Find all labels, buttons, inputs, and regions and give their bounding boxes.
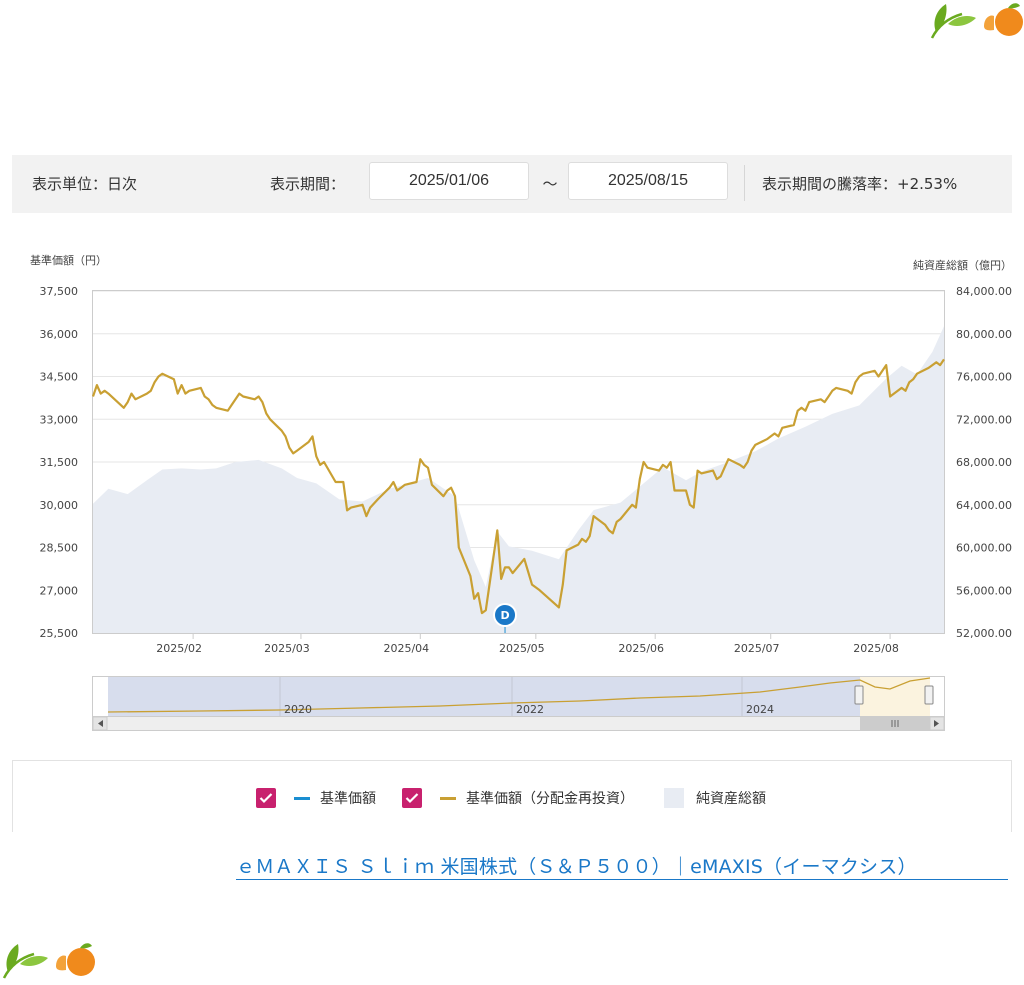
legend-label-nav-reinvested: 基準価額（分配金再投資） bbox=[466, 791, 634, 807]
navigator-year-label: 2022 bbox=[516, 703, 544, 716]
navigator-selected-range[interactable] bbox=[860, 677, 930, 716]
check-icon bbox=[405, 793, 419, 804]
navigator-year-label: 2020 bbox=[284, 703, 312, 716]
nav-checkbox[interactable] bbox=[256, 788, 276, 808]
start-date-input[interactable]: 2025/01/06 bbox=[369, 162, 529, 200]
nav-reinvested-checkbox[interactable] bbox=[402, 788, 422, 808]
divider bbox=[744, 165, 745, 201]
end-date-input[interactable]: 2025/08/15 bbox=[568, 162, 728, 200]
legend: 基準価額 基準価額（分配金再投資） 純資産総額 bbox=[12, 760, 1012, 832]
left-tick-label: 30,000 bbox=[40, 499, 79, 512]
check-icon bbox=[259, 793, 273, 804]
x-axis: 2025/02 2025/03 2025/04 2025/05 2025/06 2025/… bbox=[156, 633, 899, 655]
display-unit-label: 表示単位：日次 bbox=[32, 175, 138, 193]
right-tick-label: 84,000.00 bbox=[956, 285, 1012, 298]
right-tick-label: 56,000.00 bbox=[956, 584, 1012, 597]
x-tick-label: 2025/02 bbox=[156, 642, 202, 655]
right-axis-title: 純資産総額（億円） bbox=[913, 258, 1012, 272]
right-tick-label: 68,000.00 bbox=[956, 456, 1012, 469]
left-tick-label: 31,500 bbox=[40, 456, 79, 469]
legend-label-net-assets: 純資産総額 bbox=[696, 791, 766, 807]
leaf-orange-icon bbox=[2, 943, 95, 979]
left-axis: 37,500 36,000 34,500 33,000 31,500 30,000 28,5… bbox=[40, 285, 79, 640]
x-tick-label: 2025/05 bbox=[499, 642, 545, 655]
right-tick-label: 64,000.00 bbox=[956, 499, 1012, 512]
navigator-right-handle[interactable] bbox=[924, 685, 934, 705]
x-tick-label: 2025/04 bbox=[383, 642, 429, 655]
left-tick-label: 28,500 bbox=[40, 542, 79, 555]
right-axis: 84,000.00 80,000.00 76,000.00 72,000.00 68,0… bbox=[956, 285, 1012, 640]
left-tick-label: 36,000 bbox=[40, 328, 79, 341]
period-change-rate: 表示期間の騰落率：+2.53% bbox=[762, 175, 958, 193]
x-tick-label: 2025/03 bbox=[264, 642, 310, 655]
legend-swatch-nav bbox=[294, 796, 310, 800]
x-tick-label: 2025/06 bbox=[618, 642, 664, 655]
link-underline bbox=[236, 879, 1008, 880]
navigator-year-label: 2024 bbox=[746, 703, 774, 716]
control-bar: 表示単位：日次 表示期間： 2025/01/06 ～ 2025/08/15 表示… bbox=[12, 155, 1012, 213]
legend-item-nav[interactable]: 基準価額 bbox=[256, 787, 376, 809]
legend-label-nav: 基準価額 bbox=[320, 791, 376, 807]
leaf-orange-icon bbox=[930, 3, 1023, 39]
net-assets-area bbox=[93, 326, 944, 633]
left-tick-label: 27,000 bbox=[40, 584, 79, 597]
left-tick-label: 37,500 bbox=[40, 285, 79, 298]
legend-swatch-nav-reinvested bbox=[440, 796, 456, 800]
right-tick-label: 72,000.00 bbox=[956, 413, 1012, 426]
x-tick-label: 2025/08 bbox=[853, 642, 899, 655]
right-tick-label: 76,000.00 bbox=[956, 371, 1012, 384]
tilde-separator: ～ bbox=[542, 175, 558, 193]
right-tick-label: 80,000.00 bbox=[956, 328, 1012, 341]
left-tick-label: 33,000 bbox=[40, 413, 79, 426]
legend-item-nav-reinvested[interactable]: 基準価額（分配金再投資） bbox=[402, 787, 634, 809]
left-axis-title: 基準価額（円） bbox=[30, 253, 107, 267]
legend-item-net-assets[interactable]: 純資産総額 bbox=[664, 787, 766, 809]
right-tick-label: 60,000.00 bbox=[956, 542, 1012, 555]
left-tick-label: 34,500 bbox=[40, 371, 79, 384]
x-tick-label: 2025/07 bbox=[734, 642, 780, 655]
left-tick-label: 25,500 bbox=[40, 627, 79, 640]
navigator-left-handle[interactable] bbox=[854, 685, 864, 705]
navigator-scrollbar-track[interactable] bbox=[92, 716, 945, 731]
marker-label: D bbox=[500, 609, 509, 622]
legend-swatch-net-assets bbox=[664, 788, 684, 808]
range-navigator[interactable]: 2020 2022 2024 bbox=[92, 676, 945, 731]
fund-page-link[interactable]: ｅＭＡＸＩＳ Ｓｌｉｍ 米国株式（Ｓ＆Ｐ５００）｜eMAXIS（イーマクシス） bbox=[236, 852, 1010, 879]
display-period-label: 表示期間： bbox=[270, 175, 346, 193]
price-chart: 基準価額（円） 純資産総額（億円） 37,500 36,000 34,500 33,0… bbox=[30, 253, 1012, 731]
right-tick-label: 52,000.00 bbox=[956, 627, 1012, 640]
